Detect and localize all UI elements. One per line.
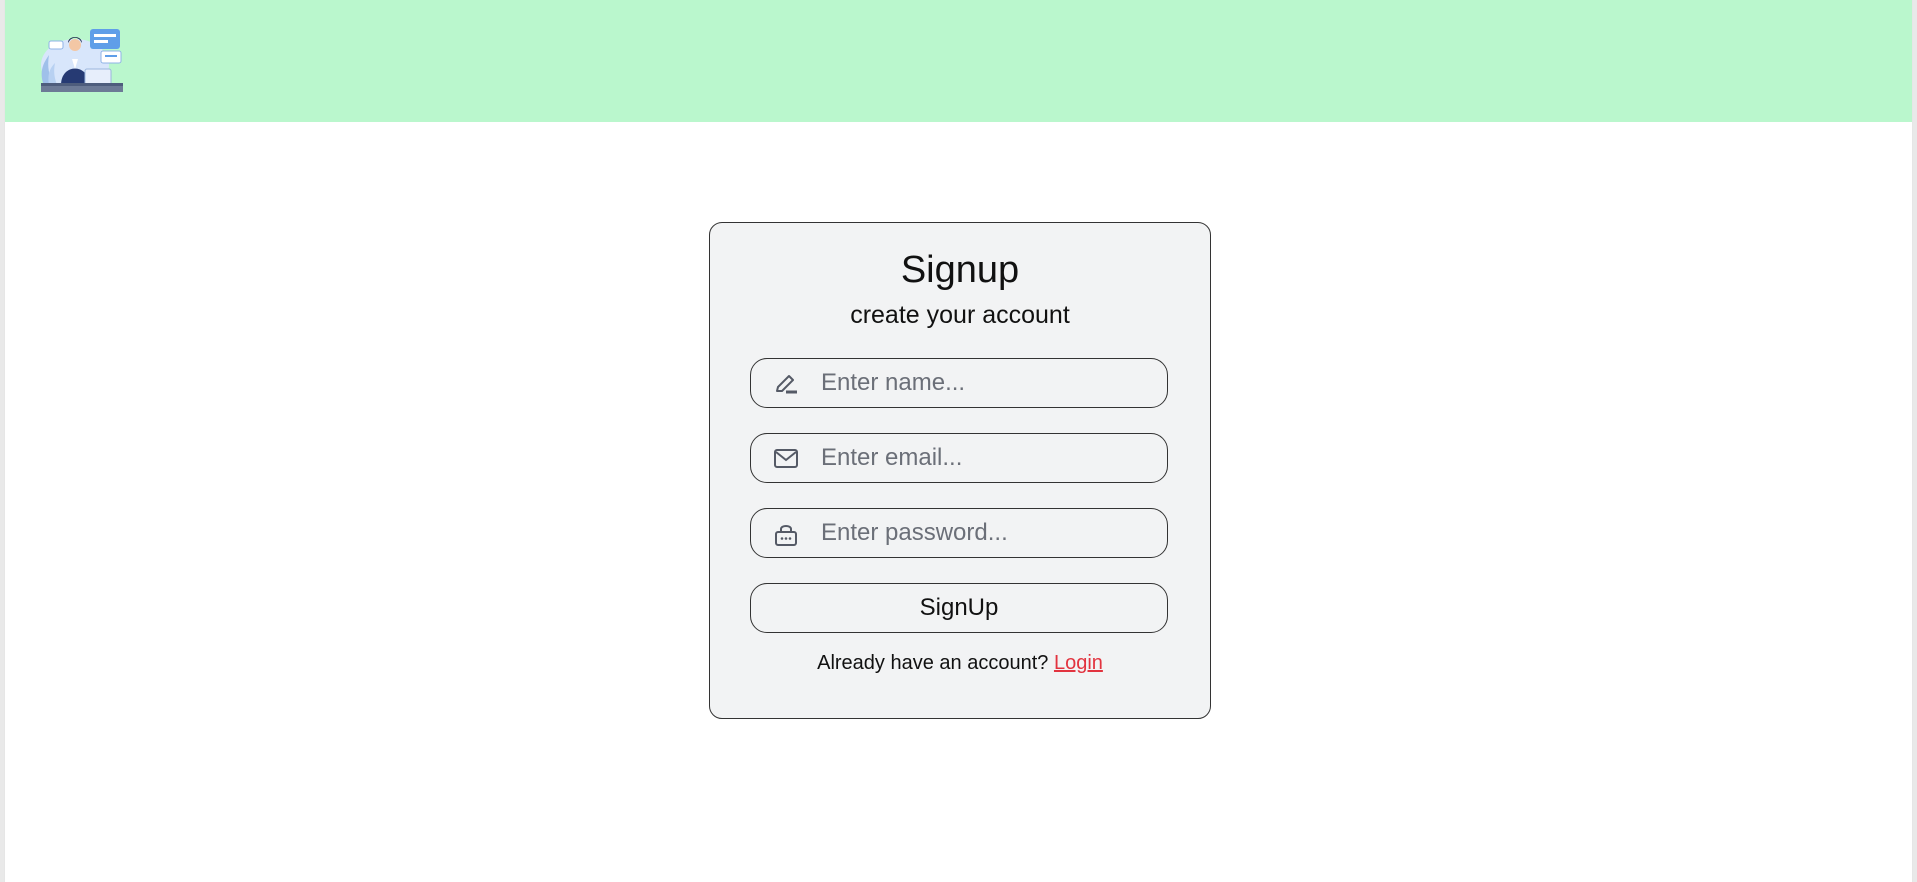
- login-prompt: Already have an account? Login: [710, 652, 1210, 675]
- page-subtitle: create your account: [850, 301, 1070, 329]
- password-input[interactable]: [821, 515, 1151, 551]
- name-field[interactable]: [750, 358, 1168, 408]
- page: Signup create your account Enter name...…: [4, 0, 1913, 882]
- name-input[interactable]: [821, 365, 1151, 401]
- login-link[interactable]: Login: [1054, 652, 1103, 674]
- pen-icon: [773, 371, 799, 397]
- password-field[interactable]: [750, 508, 1168, 558]
- signup-card: Signup create your account Enter name...…: [709, 222, 1211, 719]
- signup-button[interactable]: SignUp: [750, 583, 1168, 633]
- page-title: Signup: [900, 249, 1020, 291]
- email-field[interactable]: [750, 433, 1168, 483]
- email-input[interactable]: [821, 440, 1151, 476]
- support-agent-logo-icon: [41, 29, 123, 92]
- login-prompt-text: Already have an account?: [817, 652, 1049, 674]
- logo[interactable]: [35, 25, 130, 95]
- header-bar: [5, 0, 1912, 122]
- envelope-icon: [773, 446, 799, 472]
- lock-icon: [773, 521, 799, 547]
